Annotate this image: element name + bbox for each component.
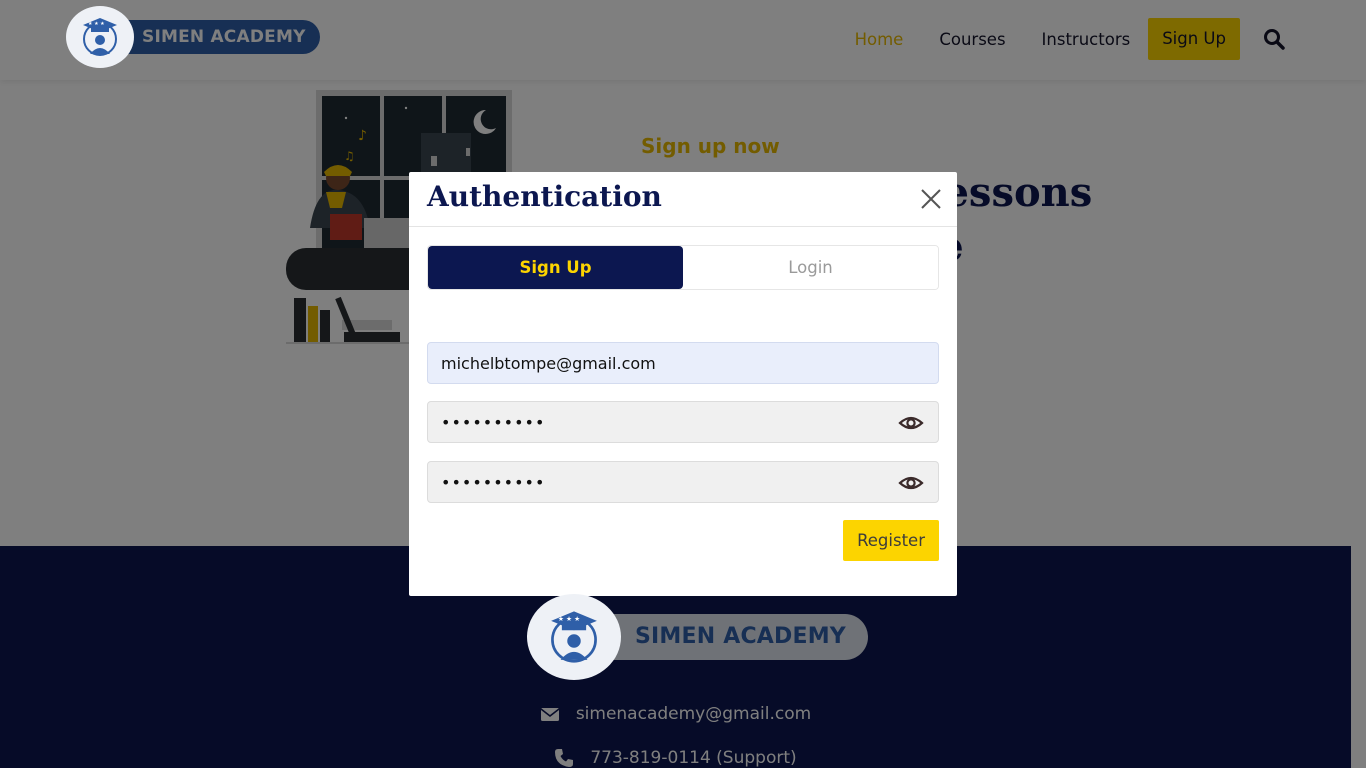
password-field-wrapper <box>427 401 939 443</box>
modal-header: Authentication <box>409 172 957 227</box>
tab-sign-up[interactable]: Sign Up <box>428 246 683 289</box>
modal-title: Authentication <box>427 180 662 213</box>
eye-icon[interactable] <box>898 472 924 494</box>
email-field[interactable] <box>441 353 881 373</box>
confirm-password-field-wrapper <box>427 461 939 503</box>
register-button[interactable]: Register <box>843 520 939 561</box>
svg-text:★ ★ ★: ★ ★ ★ <box>88 21 105 27</box>
academy-emblem-icon: ★ ★ ★ <box>66 6 134 68</box>
password-field[interactable] <box>441 412 881 432</box>
academy-emblem-icon: ★ ★ ★ <box>527 594 621 680</box>
tab-login[interactable]: Login <box>683 246 938 289</box>
eye-icon[interactable] <box>898 412 924 434</box>
authentication-modal: Authentication Sign Up Login Register <box>409 172 957 596</box>
confirm-password-field[interactable] <box>441 472 881 492</box>
email-field-wrapper <box>427 342 939 384</box>
close-icon[interactable] <box>919 187 943 211</box>
auth-tabs: Sign Up Login <box>427 245 939 290</box>
svg-text:★ ★ ★: ★ ★ ★ <box>558 615 580 623</box>
